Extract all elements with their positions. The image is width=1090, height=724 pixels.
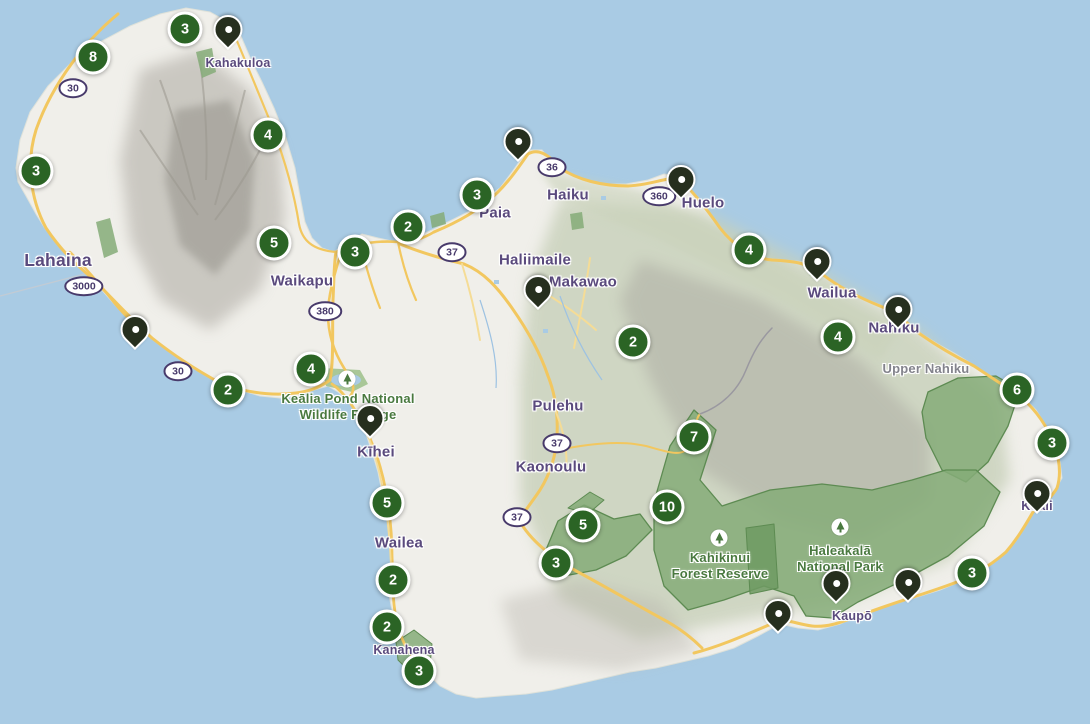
trail-pin-marker[interactable] xyxy=(114,309,155,350)
trail-cluster-marker[interactable]: 2 xyxy=(370,610,405,645)
trail-pin-marker[interactable] xyxy=(796,241,837,282)
place-label: Wailea xyxy=(375,535,423,554)
trail-cluster-marker[interactable]: 3 xyxy=(1035,426,1070,461)
trail-cluster-marker[interactable]: 3 xyxy=(338,235,373,270)
trail-cluster-marker[interactable]: 4 xyxy=(732,233,767,268)
route-shield: 30 xyxy=(59,78,88,98)
place-label: Makawao xyxy=(549,274,617,293)
route-shield: 30 xyxy=(164,361,193,381)
place-label: Kahakuloa xyxy=(205,56,270,72)
route-shield: 37 xyxy=(543,433,572,453)
trail-cluster-marker[interactable]: 4 xyxy=(251,118,286,153)
place-label: Pulehu xyxy=(532,398,583,417)
trail-cluster-marker[interactable]: 10 xyxy=(650,490,685,525)
place-label: Kīhei xyxy=(357,444,395,463)
route-shield: 3000 xyxy=(64,276,103,296)
route-shield: 37 xyxy=(438,242,467,262)
trail-pin-marker[interactable] xyxy=(207,9,248,50)
trail-cluster-marker[interactable]: 3 xyxy=(19,154,54,189)
route-shield: 380 xyxy=(308,301,342,321)
trail-pin-marker[interactable] xyxy=(815,563,856,604)
park-tree-icon xyxy=(832,519,849,536)
trail-cluster-marker[interactable]: 4 xyxy=(821,320,856,355)
place-label: Kaonoulu xyxy=(516,459,587,478)
trail-cluster-marker[interactable]: 4 xyxy=(294,352,329,387)
place-label: Waikapu xyxy=(271,273,334,292)
marker-layer: KahakuloaLahainaWaikapuPaiaHaikuHaliimai… xyxy=(0,0,1090,724)
place-label: Wailua xyxy=(808,285,857,304)
place-label: Haliimaile xyxy=(499,252,571,271)
trail-cluster-marker[interactable]: 5 xyxy=(257,226,292,261)
place-label: Kahikinui Forest Reserve xyxy=(672,550,769,583)
trail-cluster-marker[interactable]: 3 xyxy=(402,654,437,689)
place-label: Lahaina xyxy=(24,250,92,272)
place-label: Upper Nahiku xyxy=(883,361,970,377)
trail-pin-marker[interactable] xyxy=(1016,473,1057,514)
trail-pin-marker[interactable] xyxy=(887,562,928,603)
route-shield: 37 xyxy=(503,507,532,527)
park-tree-icon xyxy=(711,530,728,547)
trail-cluster-marker[interactable]: 3 xyxy=(460,178,495,213)
trail-cluster-marker[interactable]: 2 xyxy=(376,563,411,598)
trail-cluster-marker[interactable]: 2 xyxy=(616,325,651,360)
place-label: Haiku xyxy=(547,187,589,206)
trail-cluster-marker[interactable]: 5 xyxy=(370,486,405,521)
trail-cluster-marker[interactable]: 3 xyxy=(168,12,203,47)
trail-cluster-marker[interactable]: 3 xyxy=(539,546,574,581)
trail-cluster-marker[interactable]: 6 xyxy=(1000,373,1035,408)
place-label: Keālia Pond National Wildlife Refuge xyxy=(281,391,414,424)
trail-cluster-marker[interactable]: 8 xyxy=(76,40,111,75)
trail-pin-marker[interactable] xyxy=(757,593,798,634)
place-label: Huelo xyxy=(682,195,725,214)
trail-pin-marker[interactable] xyxy=(877,289,918,330)
trail-cluster-marker[interactable]: 2 xyxy=(391,210,426,245)
trail-pin-marker[interactable] xyxy=(349,398,390,439)
trail-cluster-marker[interactable]: 5 xyxy=(566,508,601,543)
trail-cluster-marker[interactable]: 3 xyxy=(955,556,990,591)
trail-cluster-marker[interactable]: 7 xyxy=(677,420,712,455)
trail-pin-marker[interactable] xyxy=(517,269,558,310)
map-canvas[interactable]: KahakuloaLahainaWaikapuPaiaHaikuHaliimai… xyxy=(0,0,1090,724)
place-label: Kaupō xyxy=(832,609,872,625)
route-shield: 36 xyxy=(538,157,567,177)
park-tree-icon xyxy=(339,371,356,388)
trail-pin-marker[interactable] xyxy=(497,121,538,162)
trail-cluster-marker[interactable]: 2 xyxy=(211,373,246,408)
